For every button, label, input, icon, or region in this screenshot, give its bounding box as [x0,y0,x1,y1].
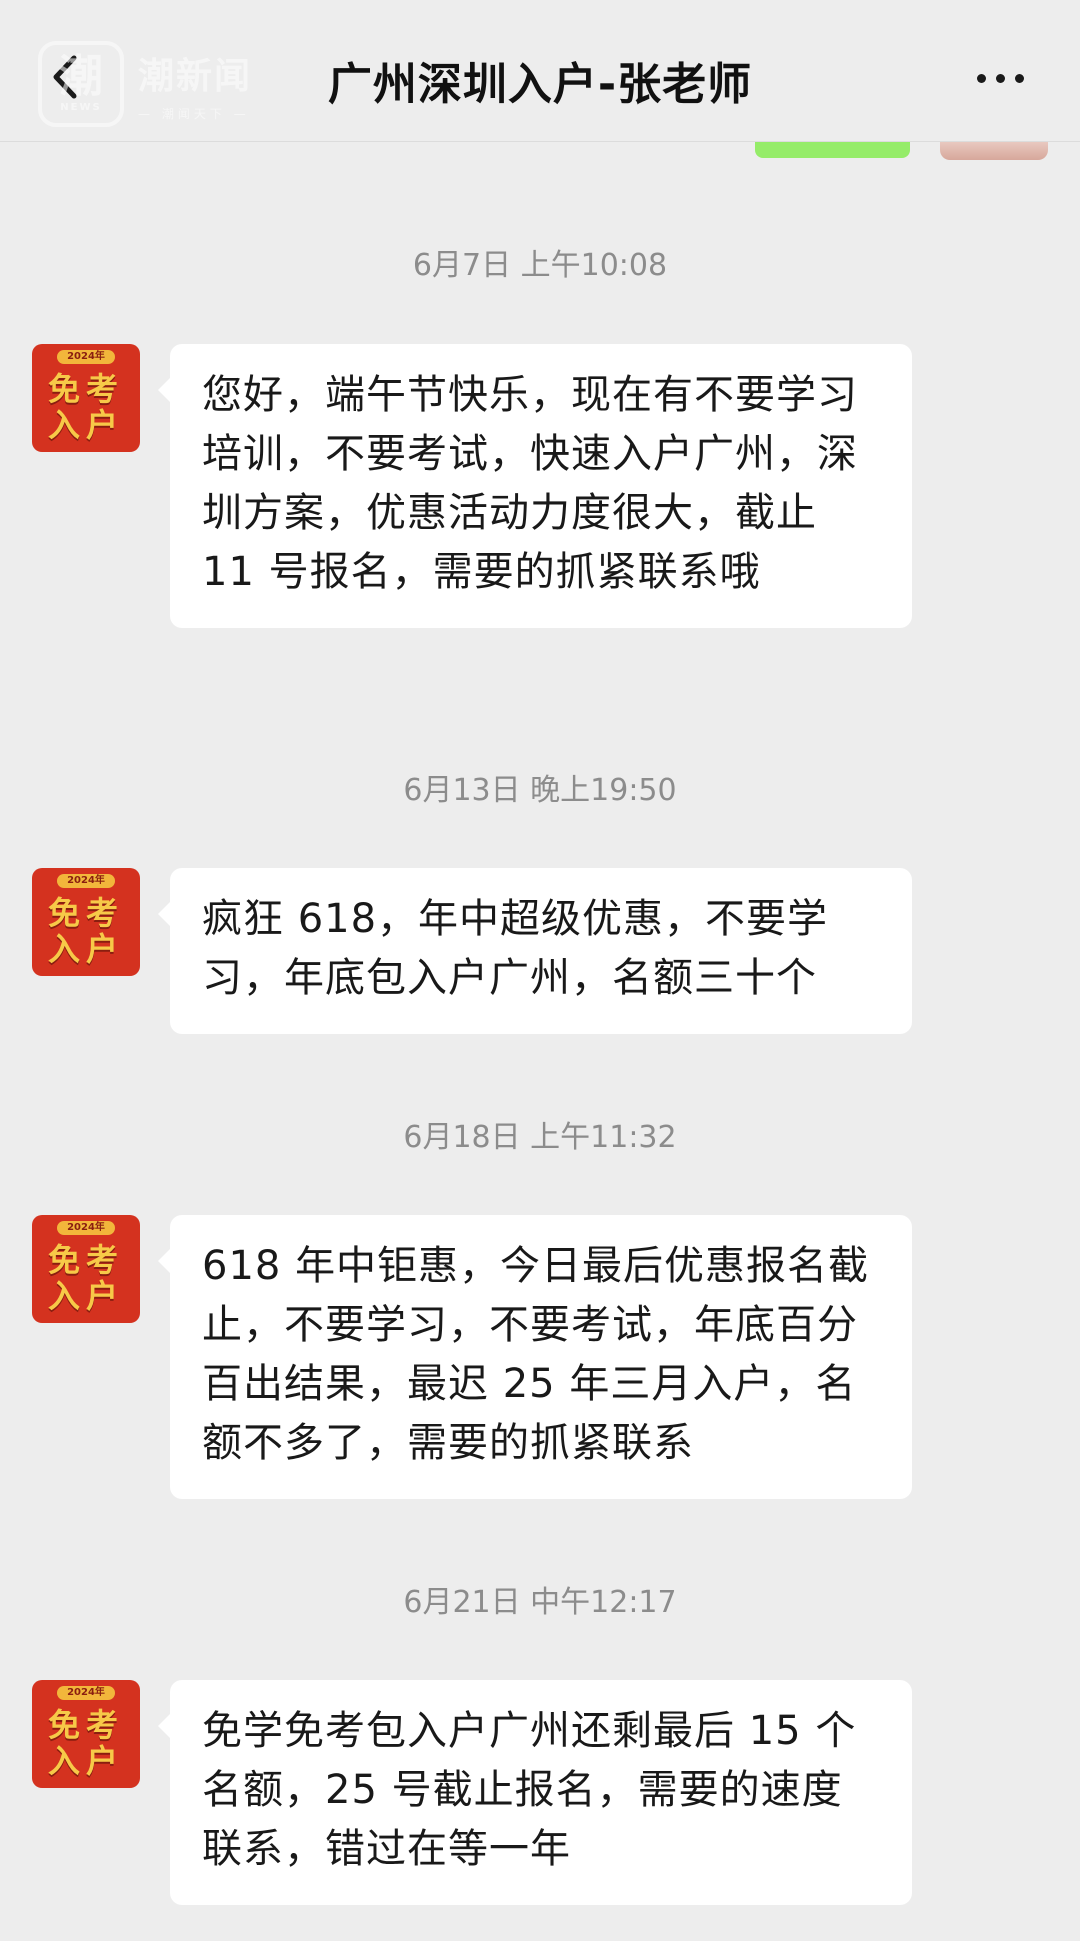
message-timestamp: 6月7日 上午10:08 [412,248,668,283]
avatar-text-line2: 入户 [47,406,124,444]
avatar-year-badge: 2024年 [57,1686,115,1700]
avatar-text-line2: 入户 [47,1742,124,1780]
avatar-text-line1: 免考 [47,894,124,932]
avatar-year-badge: 2024年 [57,874,115,888]
contact-avatar[interactable]: 2024年 免考 入户 [32,1680,140,1788]
news-slogan: — 潮闻天下 — [138,106,250,121]
message-timestamp: 6月21日 中午12:17 [403,1585,677,1620]
message-bubble[interactable]: 618 年中钜惠，今日最后优惠报名截止，不要学习，不要考试，年底百分百出结果，最… [158,1215,912,1499]
message-bubble[interactable]: 疯狂 618，年中超级优惠，不要学习，年底包入户广州，名额三十个 [158,868,912,1034]
self-avatar[interactable] [940,142,1048,160]
news-name: 潮新闻 [138,55,253,97]
avatar-text-line1: 免考 [47,370,124,408]
chat-title: 广州深圳入户-张老师 [327,59,753,110]
chat-screen: 潮 NEWS 潮新闻 — 潮闻天下 — 广州深圳入户-张老师 6月7日 上午10… [0,0,1080,1941]
news-logo-sub: NEWS [60,102,102,113]
avatar-text-line2: 入户 [47,930,124,968]
more-button[interactable] [960,58,1040,98]
contact-avatar[interactable]: 2024年 免考 入户 [32,344,140,452]
chat-header: 潮 NEWS 潮新闻 — 潮闻天下 — 广州深圳入户-张老师 [0,0,1080,142]
message-timestamp: 6月18日 上午11:32 [403,1120,677,1155]
avatar-text-line2: 入户 [47,1277,124,1315]
previous-self-message[interactable] [755,142,910,158]
message-bubble[interactable]: 免学免考包入户广州还剩最后 15 个名额，25 号截止报名，需要的速度联系，错过… [158,1680,912,1905]
news-watermark: 潮 NEWS 潮新闻 — 潮闻天下 — [38,40,252,128]
message-bubble[interactable]: 您好，端午节快乐，现在有不要学习培训，不要考试，快速入户广州，深圳方案，优惠活动… [158,344,912,628]
avatar-year-badge: 2024年 [57,1221,115,1235]
avatar-text-line1: 免考 [47,1706,124,1744]
contact-avatar[interactable]: 2024年 免考 入户 [32,868,140,976]
message-timestamp: 6月13日 晚上19:50 [403,773,677,808]
avatar-text-line1: 免考 [47,1241,124,1279]
news-logo-char: 潮 [59,51,103,102]
more-dots-icon [976,73,986,83]
news-logo: 潮 NEWS [38,41,124,127]
avatar-year-badge: 2024年 [57,350,115,364]
contact-avatar[interactable]: 2024年 免考 入户 [32,1215,140,1323]
